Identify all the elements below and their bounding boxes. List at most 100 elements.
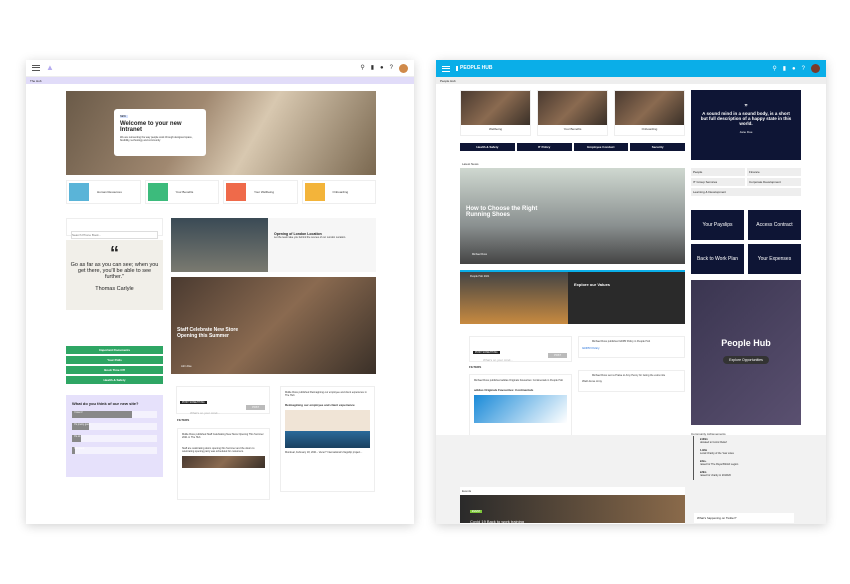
news-slide[interactable]: How to Choose the Right Running Shoes Mi…	[460, 168, 685, 264]
menu-icon[interactable]	[442, 65, 450, 72]
poll-option[interactable]: I love it!	[72, 411, 157, 418]
post-button[interactable]: POST	[246, 405, 265, 410]
tile-wellbeing[interactable]: Wellbeing	[460, 90, 531, 136]
policy-buttons: Health & Safety IT Policy Employee Condu…	[460, 143, 685, 151]
post-button[interactable]: POST	[548, 353, 567, 358]
composer-badge: POST SOMETHING	[180, 401, 207, 404]
tile-onboarding[interactable]: Onboarding	[301, 180, 376, 204]
events-label: Events	[462, 489, 472, 493]
poll-option-label: It's pretty good	[74, 423, 91, 426]
events: Events EVENT Covid 19 Back to work train…	[460, 487, 685, 524]
access-contract-button[interactable]: Access Contract	[748, 210, 801, 240]
avatar[interactable]	[399, 63, 408, 73]
your-expenses-button[interactable]: Your Expenses	[748, 244, 801, 274]
explore-opportunities-button[interactable]: Explore Opportunities	[723, 356, 769, 364]
filters-toggle[interactable]: FILTERS	[469, 365, 481, 369]
health-safety-button[interactable]: Health & Safety	[66, 376, 163, 384]
avatar[interactable]	[811, 64, 820, 73]
tile-row: Human Resources Your Benefits Your Wellb…	[66, 180, 376, 204]
it-policy-button[interactable]: IT Policy	[516, 143, 572, 151]
story-card[interactable]: Staff Celebrate New Store Opening this S…	[171, 277, 376, 374]
poll-option-label: It's ok	[74, 435, 81, 438]
event-card[interactable]: EVENT Covid 19 Back to work training	[460, 495, 685, 524]
breadcrumb: The Hub	[26, 77, 414, 84]
event-title: Covid 19 Back to work training	[470, 519, 525, 524]
hero-banner: NEW Welcome to your new Intranet We are …	[66, 91, 376, 175]
feed-post-header: Michael Ross published GDPR Policy in Pe…	[592, 340, 651, 343]
feed-post-body: Well done Amy	[582, 379, 602, 383]
feed-post-header: Mollie Ross published Staff Celebrating …	[182, 433, 264, 439]
feed-post-body: Montreal, February 18, 2021 - Vecer? Int…	[285, 451, 363, 454]
poll-option[interactable]: It's pretty good	[72, 423, 157, 430]
poll-option-label: Not great	[74, 447, 85, 450]
important-documents-button[interactable]: Important Documents	[66, 346, 163, 354]
health-safety-button[interactable]: Health & Safety	[460, 143, 515, 151]
news-author: Michael Ross	[472, 253, 488, 256]
search-icon[interactable]: ⚲	[772, 66, 776, 72]
quote-text: Go as far as you can see; when you get t…	[70, 262, 159, 280]
tile-your-benefits[interactable]: Your Benefits	[537, 90, 608, 136]
your-polls-button[interactable]: Your Polls	[66, 356, 163, 364]
community-achievements: Community Achievements £130m donated to C…	[691, 432, 801, 480]
chat-icon[interactable]: ▮	[783, 66, 786, 72]
link-people[interactable]: People	[691, 168, 745, 176]
poll-options: I love it! It's pretty good It's ok Not gre…	[72, 411, 157, 454]
filters-toggle[interactable]: FILTERS	[177, 418, 189, 422]
feed-post: Michael Ross published GDPR Policy in Pe…	[578, 336, 685, 358]
tile-onboarding[interactable]: Onboarding	[614, 90, 685, 136]
composer-input[interactable]: What's on your mind...	[190, 411, 266, 415]
help-icon[interactable]: ?	[390, 65, 393, 71]
back-to-work-plan-button[interactable]: Back to Work Plan	[691, 244, 744, 274]
notification-icon[interactable]: ●	[792, 66, 796, 72]
feed-post-image	[182, 456, 265, 468]
tile-your-wellbeing[interactable]: Your Wellbeing	[223, 180, 298, 204]
tile-your-benefits[interactable]: Your Benefits	[144, 180, 219, 204]
search-icon[interactable]: ⚲	[360, 65, 364, 71]
poll-option[interactable]: Not great	[72, 447, 157, 454]
top-bar: PEOPLE HUB ⚲ ▮ ● ?	[436, 60, 826, 77]
logo-icon: ▲	[46, 63, 54, 72]
feed-post: Mollie Ross published Reimagining our em…	[280, 386, 375, 492]
video-thumbnail[interactable]	[171, 218, 268, 272]
quote-text: A sound mind in a sound body, is a short…	[700, 111, 792, 126]
twitter-widget: What's happening on Twitter?	[694, 513, 794, 523]
top-bar: ▲ ⚲ ▮ ● ?	[26, 60, 414, 77]
phonebook-search-input[interactable]	[71, 231, 158, 239]
link-learning-development[interactable]: Learning & Development	[691, 188, 801, 196]
payslips-button[interactable]: Your Payslips	[691, 210, 744, 240]
action-tiles: Your Payslips Access Contract Back to Wo…	[691, 210, 801, 274]
feed-post-title: adidas Originals Favourites: Continental…	[474, 388, 534, 392]
feed-post-header: Mollie Ross published Reimagining our em…	[285, 391, 367, 397]
composer-badge: POST SOMETHING	[473, 351, 500, 354]
feed-post: Mollie Ross published Staff Celebrating …	[177, 428, 270, 500]
feed-post-body: Staff are celebrating doors opening this…	[182, 447, 255, 453]
link-it-group-services[interactable]: IT Group Services	[691, 178, 745, 186]
book-time-off-button[interactable]: Book Time Off	[66, 366, 163, 374]
security-button[interactable]: Security	[630, 143, 685, 151]
tile-human-resources[interactable]: Human Resources	[66, 180, 141, 204]
link-corporate-development[interactable]: Corporate Development	[747, 178, 801, 186]
post-composer: POST SOMETHING What's on your mind... PO…	[469, 336, 572, 362]
achievements-timeline: £130m donated to Comic Relief 1.92m Local C…	[691, 436, 801, 480]
latest-news: Latest News How to Choose the Right Runn…	[460, 160, 685, 268]
hero-tag: NEW	[120, 115, 128, 118]
help-icon[interactable]: ?	[802, 66, 805, 72]
people-hub-logo: PEOPLE HUB	[456, 66, 493, 71]
poll-option[interactable]: It's ok	[72, 435, 157, 442]
menu-icon[interactable]	[32, 65, 40, 71]
event-tag: EVENT	[470, 510, 483, 513]
promo-title: People Hub	[721, 338, 771, 348]
link-finance[interactable]: Finance	[747, 168, 801, 176]
video-card: Opening of London Location Let the team …	[171, 218, 376, 272]
tile-row: Wellbeing Your Benefits Onboarding	[460, 90, 685, 136]
hero-body: We are reinventing the way people work t…	[120, 136, 193, 142]
feed-post-header: Michael Ross sent a Praise to Amy Penny …	[592, 374, 666, 377]
composer-input[interactable]: What's on your mind...	[483, 358, 568, 362]
video-thumbnail[interactable]: People Hub 2021	[460, 272, 568, 324]
chat-icon[interactable]: ▮	[371, 65, 374, 71]
notification-icon[interactable]: ●	[380, 65, 384, 71]
gdpr-policy-link[interactable]: GDPR Policy	[582, 346, 681, 350]
quote-icon: ”	[744, 104, 748, 111]
poll-card: What do you think of our new site? I lov…	[66, 395, 163, 477]
employee-conduct-button[interactable]: Employee Conduct	[573, 143, 629, 151]
